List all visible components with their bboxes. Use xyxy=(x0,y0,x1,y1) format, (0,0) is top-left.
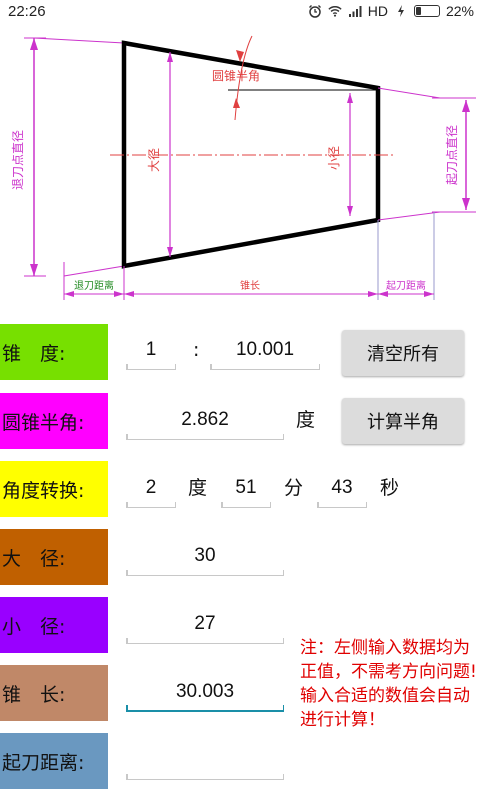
arrow-right-icon xyxy=(368,291,378,297)
alarm-icon xyxy=(308,5,321,18)
status-bar: 22:26 HD 22% xyxy=(0,0,480,25)
half-angle-unit: 度 xyxy=(296,409,316,431)
taper-label: 锥 度: xyxy=(0,324,108,380)
cone-length-label: 锥 长: xyxy=(0,665,108,721)
small-diameter-label: 小径 xyxy=(327,146,341,170)
half-angle-input[interactable]: 2.862 xyxy=(126,400,284,440)
arrow-down-icon xyxy=(347,206,353,216)
charging-icon xyxy=(397,5,404,17)
start-distance-input[interactable] xyxy=(126,740,284,780)
second-unit: 秒 xyxy=(380,477,400,499)
calc-half-angle-button[interactable]: 计算半角 xyxy=(342,398,464,444)
ext-line xyxy=(377,87,441,99)
clear-all-button[interactable]: 清空所有 xyxy=(342,330,464,376)
arrow-down-icon xyxy=(462,198,470,210)
ext-line xyxy=(63,265,125,277)
retract-distance-label: 退刀距离 xyxy=(74,279,114,292)
signal-icon xyxy=(348,6,362,17)
cone-diagram: 退刀点直径 大径 小径 圆锥半角 起刀点直径 退刀距离 锥长 起刀距离 xyxy=(11,35,476,300)
input-note: 注：左侧输入数据均为正值，不需考方向问题!输入合适的数值会自动进行计算！ xyxy=(300,638,477,730)
big-diameter-label: 大 径: xyxy=(0,529,108,585)
start-distance-label: 起刀距离 xyxy=(386,279,426,292)
arrow-right-icon xyxy=(114,291,124,297)
degree-unit: 度 xyxy=(188,477,208,499)
battery-icon xyxy=(413,5,440,17)
minute-unit: 分 xyxy=(284,477,304,499)
taper-left-input[interactable]: 1 xyxy=(126,330,176,370)
ext-line xyxy=(377,211,441,221)
cone-length-label: 锥长 xyxy=(240,280,260,292)
big-diameter-label: 大径 xyxy=(147,148,161,172)
cone-length-input[interactable]: 30.003 xyxy=(126,672,284,712)
retract-diameter-label: 退刀点直径 xyxy=(11,130,25,190)
arrow-up-icon xyxy=(30,38,38,50)
small-diameter-label: 小 径: xyxy=(0,597,108,653)
arrow-up-icon xyxy=(233,98,240,108)
wifi-icon xyxy=(328,6,342,17)
second-input[interactable]: 43 xyxy=(317,468,367,508)
degree-input[interactable]: 2 xyxy=(126,468,176,508)
big-diameter-input[interactable]: 30 xyxy=(126,536,284,576)
arrow-up-icon xyxy=(462,100,470,112)
minute-input[interactable]: 51 xyxy=(221,468,271,508)
small-diameter-input[interactable]: 27 xyxy=(126,604,284,644)
arrow-left-icon xyxy=(64,291,74,297)
angle-convert-label: 角度转换: xyxy=(0,461,108,517)
status-time: 22:26 xyxy=(8,3,46,20)
arrow-down-icon xyxy=(30,264,38,276)
arrow-down-icon xyxy=(236,50,244,62)
half-angle-label: 圆锥半角: xyxy=(0,393,108,449)
status-icons: HD 22% xyxy=(308,3,474,19)
arrow-left-icon xyxy=(124,291,134,297)
ext-line xyxy=(33,37,125,44)
battery-level xyxy=(415,7,422,15)
start-distance-label: 起刀距离: xyxy=(0,733,108,789)
taper-colon: : xyxy=(193,339,200,361)
taper-right-input[interactable]: 10.001 xyxy=(210,330,320,370)
battery-percent: 22% xyxy=(445,3,474,19)
arrow-up-icon xyxy=(347,93,353,103)
start-diameter-label: 起刀点直径 xyxy=(445,125,459,185)
half-angle-label: 圆锥半角 xyxy=(212,69,260,83)
network-type: HD xyxy=(367,3,388,19)
